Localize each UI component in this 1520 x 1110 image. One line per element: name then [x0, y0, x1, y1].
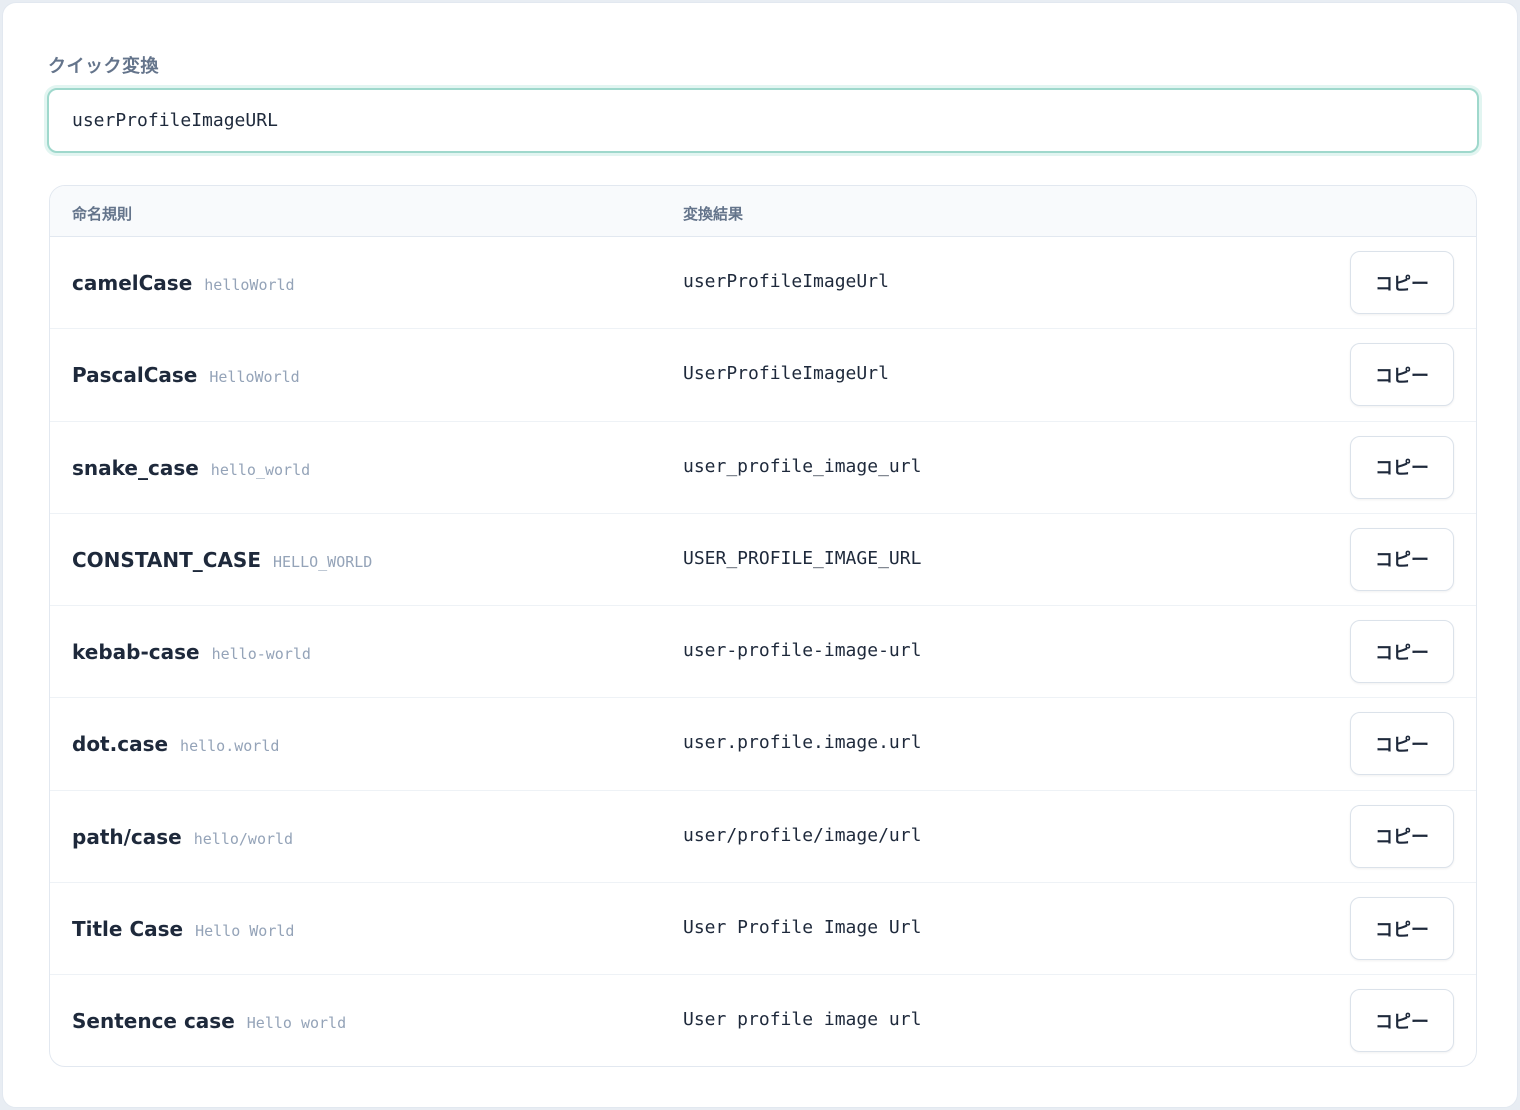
table-row: CONSTANT_CASE HELLO_WORLD USER_PROFILE_I…: [50, 514, 1476, 607]
table-body: camelCase helloWorld userProfileImageUrl…: [50, 237, 1476, 1066]
copy-button[interactable]: コピー: [1350, 343, 1454, 407]
conversion-result: UserProfileImageUrl: [683, 363, 889, 385]
conversion-table: 命名規則 変換結果 camelCase helloWorld userProfi…: [49, 185, 1477, 1067]
copy-button[interactable]: コピー: [1350, 804, 1454, 868]
convention-name: camelCase: [72, 271, 193, 295]
convention-name-cell: camelCase helloWorld: [72, 271, 295, 295]
conversion-result: User Profile Image Url: [683, 917, 922, 939]
conversion-result: user_profile_image_url: [683, 455, 922, 477]
copy-button[interactable]: コピー: [1350, 620, 1454, 684]
convention-name: CONSTANT_CASE: [72, 547, 261, 572]
table-row: Title Case Hello World User Profile Imag…: [50, 883, 1476, 976]
table-row: kebab-case hello-world user-profile-imag…: [50, 606, 1476, 699]
conversion-result: USER_PROFILE_IMAGE_URL: [683, 547, 922, 569]
convention-example: HELLO_WORLD: [273, 552, 373, 571]
section-label: クイック変換: [48, 56, 159, 77]
convention-name-cell: path/case hello/world: [72, 825, 293, 849]
conversion-result: user/profile/image/url: [683, 824, 922, 846]
convention-example: hello_world: [210, 460, 311, 479]
convention-name: path/case: [72, 824, 182, 849]
convention-example: HelloWorld: [209, 368, 300, 387]
header-result: 変換結果: [683, 205, 744, 223]
table-row: PascalCase HelloWorld UserProfileImageUr…: [50, 329, 1476, 422]
convention-name: kebab-case: [72, 640, 200, 665]
convention-name-cell: kebab-case hello-world: [72, 640, 311, 664]
copy-button[interactable]: コピー: [1350, 897, 1454, 961]
convention-example: Hello world: [246, 1014, 347, 1033]
table-header: 命名規則 変換結果: [50, 186, 1476, 237]
quick-convert-panel: クイック変換 命名規則 変換結果 camelCase helloWorld us…: [2, 2, 1518, 1108]
table-row: dot.case hello.world user.profile.image.…: [50, 698, 1476, 791]
copy-button[interactable]: コピー: [1350, 251, 1454, 314]
convention-example: hello-world: [211, 645, 311, 664]
convention-name: snake_case: [72, 455, 199, 480]
copy-button[interactable]: コピー: [1350, 712, 1454, 776]
convention-name-cell: snake_case hello_world: [72, 456, 310, 480]
convention-example: helloWorld: [204, 276, 295, 294]
table-row: snake_case hello_world user_profile_imag…: [50, 422, 1476, 514]
table-row: Sentence case Hello world User profile i…: [50, 975, 1476, 1066]
copy-button[interactable]: コピー: [1350, 435, 1454, 499]
conversion-result: user.profile.image.url: [683, 732, 922, 754]
convention-name-cell: dot.case hello.world: [72, 732, 279, 756]
convention-name: PascalCase: [72, 363, 198, 388]
convention-example: Hello World: [195, 922, 295, 941]
conversion-result: user-profile-image-url: [683, 640, 922, 662]
convention-example: hello.world: [180, 737, 280, 756]
convention-example: hello/world: [193, 829, 294, 848]
conversion-result: userProfileImageUrl: [683, 271, 889, 292]
convention-name-cell: CONSTANT_CASE HELLO_WORLD: [72, 548, 372, 572]
conversion-result: User profile image url: [683, 1009, 922, 1031]
convention-name: Sentence case: [72, 1009, 235, 1034]
convention-name: Title Case: [72, 917, 184, 942]
convention-name-cell: PascalCase HelloWorld: [72, 363, 300, 387]
copy-button[interactable]: コピー: [1350, 527, 1454, 591]
table-row: camelCase helloWorld userProfileImageUrl…: [50, 237, 1476, 330]
table-row: path/case hello/world user/profile/image…: [50, 791, 1476, 884]
convention-name-cell: Title Case Hello World: [72, 917, 294, 941]
quick-convert-input[interactable]: [47, 88, 1479, 153]
convention-name-cell: Sentence case Hello world: [72, 1009, 346, 1033]
convention-name: dot.case: [72, 732, 169, 757]
header-naming-rule: 命名規則: [72, 205, 133, 223]
copy-button[interactable]: コピー: [1350, 989, 1454, 1053]
